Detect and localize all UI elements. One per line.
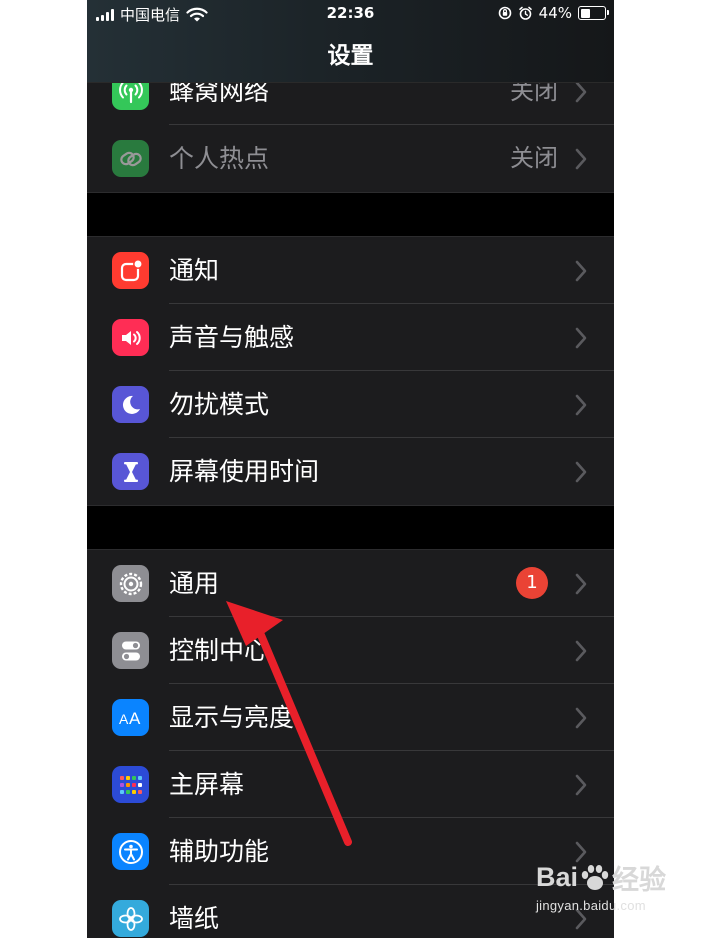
rotation-lock-icon bbox=[498, 6, 511, 20]
row-label: 墙纸 bbox=[169, 904, 220, 933]
row-label: 个人热点 bbox=[169, 144, 270, 173]
row-label: 声音与触感 bbox=[169, 323, 295, 352]
row-screen-time[interactable]: 屏幕使用时间 bbox=[87, 438, 614, 505]
chevron-right-icon bbox=[575, 81, 587, 103]
toggles-icon bbox=[112, 632, 149, 669]
row-label: 通知 bbox=[169, 256, 220, 285]
status-bar: 中国电信 22:36 44% bbox=[87, 0, 614, 28]
section-gap bbox=[87, 192, 614, 237]
row-label: 通用 bbox=[169, 569, 220, 598]
chevron-right-icon bbox=[575, 148, 587, 170]
flower-icon bbox=[112, 900, 149, 937]
paw-icon bbox=[581, 864, 609, 890]
chevron-right-icon bbox=[575, 640, 587, 662]
svg-text:A: A bbox=[129, 709, 141, 728]
accessibility-icon bbox=[112, 833, 149, 870]
battery-icon bbox=[578, 6, 609, 20]
update-badge: 1 bbox=[516, 567, 548, 599]
battery-percent: 44% bbox=[538, 4, 572, 22]
app-grid-icon bbox=[112, 766, 149, 803]
page-title: 设置 bbox=[327, 43, 374, 69]
watermark-url: jingyan.baidu.com bbox=[535, 898, 646, 913]
moon-icon bbox=[112, 386, 149, 423]
row-label: 显示与亮度 bbox=[169, 703, 295, 732]
baidu-jingyan-watermark: Bai 经验 jingyan.baidu.com bbox=[536, 858, 666, 913]
row-label: 控制中心 bbox=[169, 636, 270, 665]
chevron-right-icon bbox=[575, 394, 587, 416]
row-do-not-disturb[interactable]: 勿扰模式 bbox=[87, 371, 614, 438]
row-label: 屏幕使用时间 bbox=[169, 457, 320, 486]
settings-group-general: 通用 1 控制中心 A A 显示与亮度 主屏幕 辅助功能 墙纸 bbox=[87, 550, 614, 938]
gear-icon bbox=[112, 565, 149, 602]
chevron-right-icon bbox=[575, 327, 587, 349]
row-label: 辅助功能 bbox=[169, 837, 270, 866]
section-gap bbox=[87, 505, 614, 550]
phone-screen: 蜂窝网络 关闭 个人热点 关闭 通知 声音与触感 勿扰模式 屏幕使用时间 通用 … bbox=[87, 0, 614, 938]
row-home-screen[interactable]: 主屏幕 bbox=[87, 751, 614, 818]
row-sounds-haptics[interactable]: 声音与触感 bbox=[87, 304, 614, 371]
row-personal-hotspot[interactable]: 个人热点 关闭 bbox=[87, 125, 614, 192]
chevron-right-icon bbox=[575, 461, 587, 483]
row-label: 主屏幕 bbox=[169, 770, 245, 799]
speaker-icon bbox=[112, 319, 149, 356]
row-accessibility[interactable]: 辅助功能 bbox=[87, 818, 614, 885]
chain-link-icon bbox=[112, 140, 149, 177]
row-value: 关闭 bbox=[510, 144, 558, 172]
navigation-bar: 中国电信 22:36 44% 设置 bbox=[87, 0, 614, 83]
row-notifications[interactable]: 通知 bbox=[87, 237, 614, 304]
chevron-right-icon bbox=[575, 573, 587, 595]
watermark-brand-left: Bai bbox=[535, 862, 578, 892]
chevron-right-icon bbox=[575, 260, 587, 282]
settings-group-notifications: 通知 声音与触感 勿扰模式 屏幕使用时间 bbox=[87, 237, 614, 505]
row-wallpaper[interactable]: 墙纸 bbox=[87, 885, 614, 938]
row-general[interactable]: 通用 1 bbox=[87, 550, 614, 617]
row-control-center[interactable]: 控制中心 bbox=[87, 617, 614, 684]
row-label: 勿扰模式 bbox=[169, 390, 270, 419]
svg-text:A: A bbox=[119, 711, 129, 727]
chevron-right-icon bbox=[575, 707, 587, 729]
alarm-icon bbox=[518, 6, 532, 20]
hourglass-icon bbox=[112, 453, 149, 490]
text-size-icon: A A bbox=[112, 699, 149, 736]
status-indicators: 44% bbox=[498, 4, 609, 22]
settings-list: 蜂窝网络 关闭 个人热点 关闭 通知 声音与触感 勿扰模式 屏幕使用时间 通用 … bbox=[87, 58, 614, 938]
notification-icon bbox=[112, 252, 149, 289]
chevron-right-icon bbox=[575, 774, 587, 796]
watermark-brand-right: 经验 bbox=[612, 865, 666, 895]
row-display-brightness[interactable]: A A 显示与亮度 bbox=[87, 684, 614, 751]
